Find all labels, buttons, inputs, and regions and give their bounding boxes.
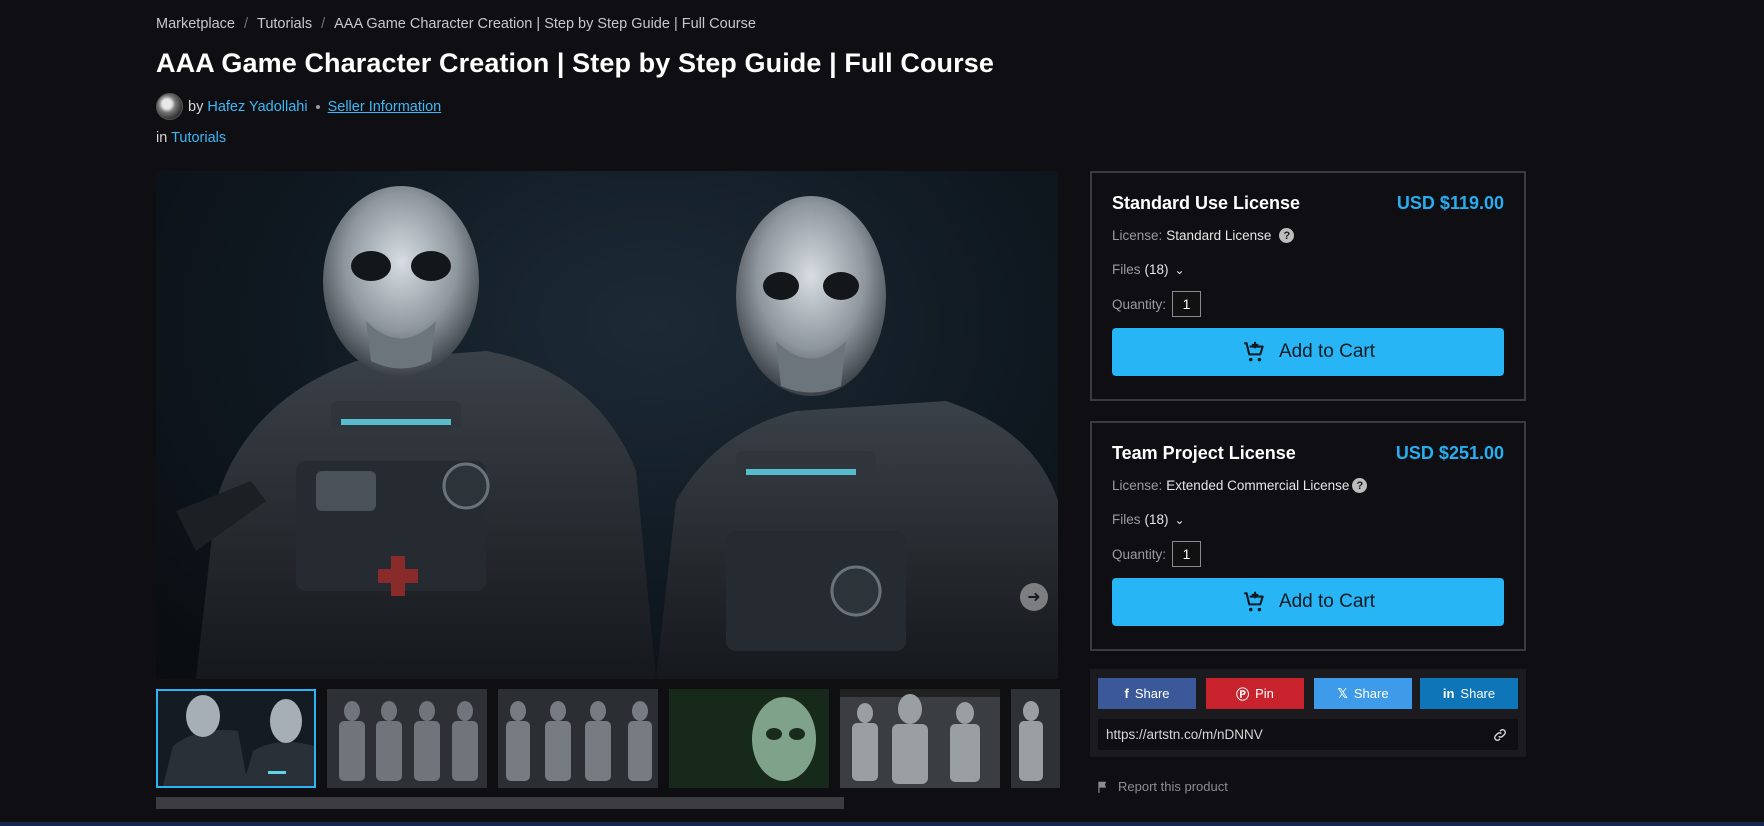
breadcrumb-marketplace[interactable]: Marketplace bbox=[156, 16, 235, 32]
share-url: https://artstn.co/m/nDNNV bbox=[1106, 727, 1263, 742]
copy-link-icon[interactable] bbox=[1492, 727, 1508, 743]
thumbnail-image bbox=[669, 689, 829, 788]
thumbnail-1[interactable] bbox=[156, 689, 316, 788]
linkedin-icon: in bbox=[1442, 686, 1455, 701]
report-label: Report this product bbox=[1118, 779, 1228, 794]
quantity-label: Quantity: bbox=[1112, 546, 1167, 562]
files-label: Files bbox=[1112, 512, 1141, 527]
standard-license-card: Standard Use License USD $119.00 License… bbox=[1090, 171, 1526, 401]
thumbnail-strip bbox=[156, 689, 1060, 788]
breadcrumb-separator: / bbox=[321, 16, 326, 32]
team-project-license-card: Team Project License USD $251.00 License… bbox=[1090, 421, 1526, 651]
license-title: Standard Use License bbox=[1112, 193, 1301, 213]
report-product-link[interactable]: Report this product bbox=[1096, 779, 1228, 794]
help-icon[interactable]: ? bbox=[1352, 478, 1368, 493]
thumbnail-3[interactable] bbox=[498, 689, 658, 788]
thumbnail-4[interactable] bbox=[669, 689, 829, 788]
license-label: License: bbox=[1112, 478, 1163, 493]
facebook-share-button[interactable]: f Share bbox=[1098, 678, 1196, 709]
help-icon[interactable]: ? bbox=[1279, 228, 1295, 243]
pinterest-pin-button[interactable]: Ⓟ Pin bbox=[1206, 678, 1304, 709]
thumbnail-scrollbar[interactable] bbox=[156, 797, 844, 809]
license-price: USD $251.00 bbox=[1395, 443, 1504, 463]
separator-dot bbox=[315, 104, 320, 109]
bottom-edge-bar bbox=[0, 822, 1764, 826]
category-prefix: in bbox=[156, 130, 168, 146]
files-toggle[interactable]: Files (18) ⌄ bbox=[1112, 262, 1185, 277]
quantity-input[interactable]: 1 bbox=[1172, 291, 1202, 317]
share-panel: f Share Ⓟ Pin 𝕏 Share in Share https://a… bbox=[1090, 669, 1526, 757]
add-to-cart-button[interactable]: Add to Cart bbox=[1112, 328, 1504, 376]
license-title: Team Project License bbox=[1112, 443, 1296, 463]
quantity-label: Quantity: bbox=[1112, 296, 1167, 312]
author-link[interactable]: Hafez Yadollahi bbox=[207, 99, 307, 115]
flag-icon bbox=[1098, 781, 1107, 793]
cart-add-icon bbox=[1244, 591, 1264, 612]
quantity-row: Quantity: 1 bbox=[1112, 541, 1202, 567]
breadcrumb: Marketplace / Tutorials / AAA Game Chara… bbox=[156, 16, 756, 32]
quantity-input[interactable]: 1 bbox=[1172, 541, 1202, 567]
license-type-row: License: Extended Commercial License ? bbox=[1112, 478, 1368, 493]
breadcrumb-tutorials[interactable]: Tutorials bbox=[257, 16, 312, 32]
thumbnail-image bbox=[158, 691, 314, 786]
add-to-cart-button[interactable]: Add to Cart bbox=[1112, 578, 1504, 626]
facebook-share-label: Share bbox=[1134, 686, 1170, 701]
add-to-cart-label: Add to Cart bbox=[1278, 341, 1376, 362]
breadcrumb-current[interactable]: AAA Game Character Creation | Step by St… bbox=[334, 16, 756, 32]
license-price: USD $119.00 bbox=[1396, 193, 1504, 213]
facebook-icon: f bbox=[1124, 686, 1129, 701]
thumbnail-image bbox=[1011, 689, 1060, 788]
seller-information-link[interactable]: Seller Information bbox=[328, 99, 442, 115]
thumbnail-image bbox=[498, 689, 658, 788]
linkedin-share-label: Share bbox=[1460, 686, 1496, 701]
pinterest-icon: Ⓟ bbox=[1236, 687, 1250, 702]
category-link[interactable]: Tutorials bbox=[171, 130, 226, 146]
next-image-arrow-icon[interactable]: ➜ bbox=[1020, 583, 1048, 611]
thumbnail-5[interactable] bbox=[840, 689, 1000, 788]
quantity-row: Quantity: 1 bbox=[1112, 291, 1202, 317]
thumbnail-image bbox=[840, 689, 1000, 788]
x-share-label: Share bbox=[1353, 686, 1389, 701]
main-product-image[interactable]: ➜ bbox=[156, 171, 1058, 679]
thumbnail-image bbox=[327, 689, 487, 788]
breadcrumb-separator: / bbox=[243, 16, 249, 32]
share-url-field[interactable]: https://artstn.co/m/nDNNV bbox=[1098, 719, 1518, 750]
files-count: (18) bbox=[1144, 512, 1169, 527]
files-label: Files bbox=[1112, 262, 1141, 277]
license-value: Standard License bbox=[1166, 228, 1272, 243]
cart-add-icon bbox=[1244, 341, 1264, 362]
license-type-row: License: Standard License ? bbox=[1112, 228, 1295, 243]
chevron-down-icon: ⌄ bbox=[1174, 262, 1185, 277]
files-count: (18) bbox=[1144, 262, 1169, 277]
linkedin-share-button[interactable]: in Share bbox=[1420, 678, 1518, 709]
x-share-button[interactable]: 𝕏 Share bbox=[1314, 678, 1412, 709]
files-toggle[interactable]: Files (18) ⌄ bbox=[1112, 512, 1185, 527]
pinterest-pin-label: Pin bbox=[1255, 686, 1274, 701]
license-value: Extended Commercial License bbox=[1166, 478, 1350, 493]
chevron-down-icon: ⌄ bbox=[1174, 512, 1185, 527]
character-render-image bbox=[176, 186, 1058, 679]
add-to-cart-label: Add to Cart bbox=[1278, 591, 1376, 612]
category-line: in Tutorials bbox=[156, 130, 226, 146]
license-label: License: bbox=[1112, 228, 1163, 243]
x-icon: 𝕏 bbox=[1337, 685, 1348, 701]
thumbnail-6[interactable] bbox=[1011, 689, 1060, 788]
avatar[interactable] bbox=[156, 93, 183, 120]
byline: by Hafez Yadollahi Seller Information bbox=[156, 93, 441, 120]
page-title: AAA Game Character Creation | Step by St… bbox=[156, 48, 994, 78]
byline-by: by bbox=[188, 98, 204, 115]
thumbnail-2[interactable] bbox=[327, 689, 487, 788]
